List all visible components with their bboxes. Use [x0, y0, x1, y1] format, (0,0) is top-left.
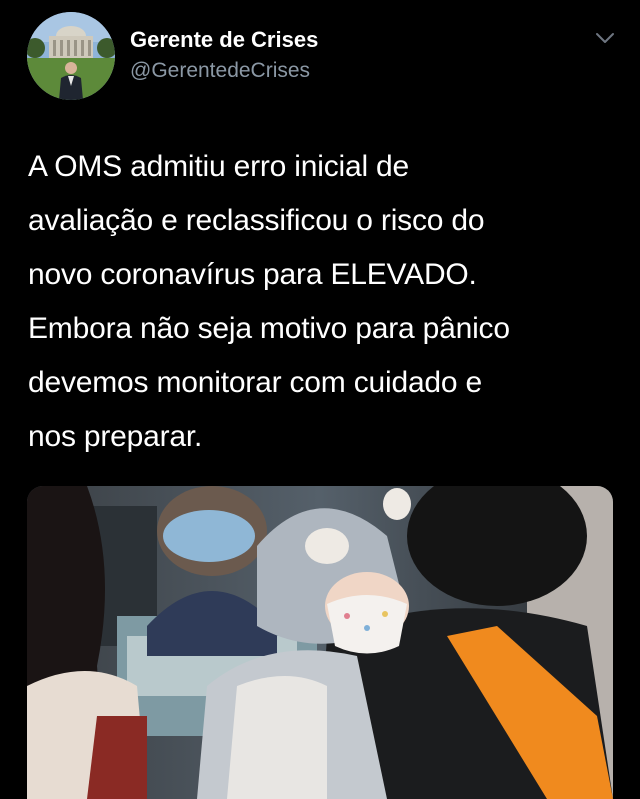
- tweet-text-line: nos preparar.: [28, 420, 203, 453]
- tweet-text-line: avaliação e reclassificou o risco do: [28, 204, 485, 237]
- tweet-text: A OMS admitiu erro inicial de avaliação …: [28, 140, 618, 464]
- tweet-text-line: A OMS admitiu erro inicial de: [28, 150, 410, 183]
- display-name[interactable]: Gerente de Crises: [130, 27, 318, 53]
- user-handle[interactable]: @GerentedeCrises: [130, 59, 310, 83]
- tweet: Gerente de Crises @GerentedeCrises A OMS…: [0, 0, 640, 799]
- avatar[interactable]: [27, 12, 115, 100]
- chevron-down-icon[interactable]: [594, 30, 616, 46]
- tweet-media-photo[interactable]: [27, 486, 613, 799]
- tweet-text-line: Embora não seja motivo para pânico: [28, 312, 510, 345]
- tweet-text-line: novo coronavírus para ELEVADO.: [28, 258, 477, 291]
- tweet-text-line: devemos monitorar com cuidado e: [28, 366, 483, 399]
